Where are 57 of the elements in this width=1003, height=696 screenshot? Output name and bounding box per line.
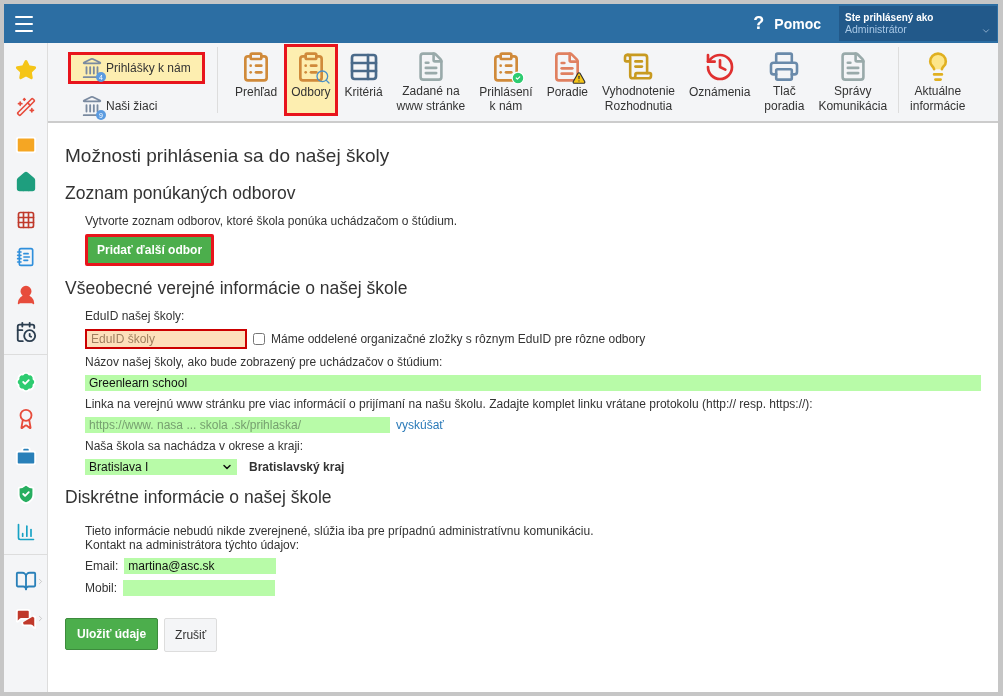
field-label: Názov našej školy, ako bude zobrazený pre uchádzačov o štúdium: <box>85 355 444 369</box>
chat-icon[interactable] <box>14 607 37 630</box>
region-text: Bratislavský kraj <box>249 460 345 474</box>
home-icon[interactable] <box>14 171 37 194</box>
school-name-field[interactable]: Greenlearn school <box>85 375 981 391</box>
checkbox-label: Máme oddelené organizačné zložky s rôznym EduID pre rôzne odbory <box>271 332 646 346</box>
bank-icon <box>81 95 103 117</box>
certificate-icon <box>622 51 655 83</box>
checkbox[interactable] <box>253 333 265 345</box>
check-badge-icon[interactable] <box>14 370 37 393</box>
help-icon: ? <box>753 13 765 34</box>
star-icon[interactable] <box>14 58 37 81</box>
field-label: Email: <box>85 559 119 573</box>
toolbar-button[interactable]: Tlač poradia <box>757 44 812 116</box>
field-label: EduID našej školy: <box>85 309 186 323</box>
chevron-icon <box>36 614 45 624</box>
section-heading: Zoznam ponúkaných odborov <box>65 183 297 204</box>
section-heading: Diskrétne informácie o našej škole <box>65 487 333 508</box>
magic-wand-icon[interactable] <box>15 97 36 118</box>
bar-chart-icon[interactable] <box>15 521 36 542</box>
printer-icon <box>768 51 801 83</box>
field-label: Linka na verejnú www stránku pre viac informácií o prijímaní na našu školu. Zadajte komplet linku vrátane protokolu (http:// resp. https://): <box>85 397 814 411</box>
toolbar-button[interactable]: Prehľad <box>228 44 285 116</box>
book-icon[interactable] <box>14 570 37 593</box>
cancel-button[interactable]: Zrušiť <box>164 618 218 652</box>
toolbar-button[interactable]: Oznámenia <box>681 44 758 116</box>
notebook-icon[interactable] <box>15 247 36 268</box>
toolbar-button[interactable]: Správy Komunikácia <box>811 44 895 116</box>
page-title: Možnosti prihlásenia sa do našej školy <box>65 145 391 167</box>
toolbar-button[interactable]: Kritériá <box>337 44 390 116</box>
help-link[interactable]: ? Pomoc <box>753 13 821 34</box>
mobile-field[interactable] <box>123 580 275 596</box>
test-link[interactable]: vyskúšať <box>396 418 444 432</box>
user-menu[interactable]: Ste prihlásený ako Administrátor <box>839 6 997 41</box>
field-label: Mobil: <box>85 581 117 595</box>
toolbar-button[interactable]: Zadané na www stránke <box>389 44 473 116</box>
toolbar-button[interactable]: Prihlásení k nám <box>472 44 540 116</box>
section-text: Vytvorte zoznam odborov, ktoré škola ponúka uchádzačom o štúdium. <box>85 214 459 228</box>
caret-icon <box>981 26 991 36</box>
calendar-clock-icon[interactable] <box>14 321 37 344</box>
section-heading: Všeobecné verejné informácie o našej škole <box>65 278 409 299</box>
toolbar-button[interactable]: Poradie <box>539 44 595 116</box>
briefcase-icon[interactable] <box>14 445 37 468</box>
email-field[interactable]: martina@asc.sk <box>124 558 277 574</box>
user-name: Administrátor <box>845 23 907 35</box>
grid-icon[interactable] <box>15 209 36 230</box>
toolbar-button[interactable]: Odbory <box>284 44 338 116</box>
link-field[interactable]: https://www. nasa ... skola .sk/prihlaska/ <box>85 417 390 433</box>
chevron-icon <box>36 576 45 586</box>
section-text: Tieto informácie nebudú nikde zverejnené, slúžia iba pre prípadnú administratívnu komunikáciu. Kontakt na administrátora týchto údajov: <box>85 524 595 552</box>
toolbar-button[interactable]: Aktuálne informácie <box>903 44 973 116</box>
field-label: Naša škola sa nachádza v okrese a kraji: <box>85 439 305 453</box>
user-caption: Ste prihlásený ako <box>845 12 935 23</box>
district-select[interactable]: Bratislava I <box>85 459 237 475</box>
bank-icon <box>81 57 103 79</box>
eduid-field[interactable]: EduID školy <box>85 329 247 349</box>
toolbar-button[interactable]: Vyhodnotenie Rozhodnutia <box>595 44 682 116</box>
